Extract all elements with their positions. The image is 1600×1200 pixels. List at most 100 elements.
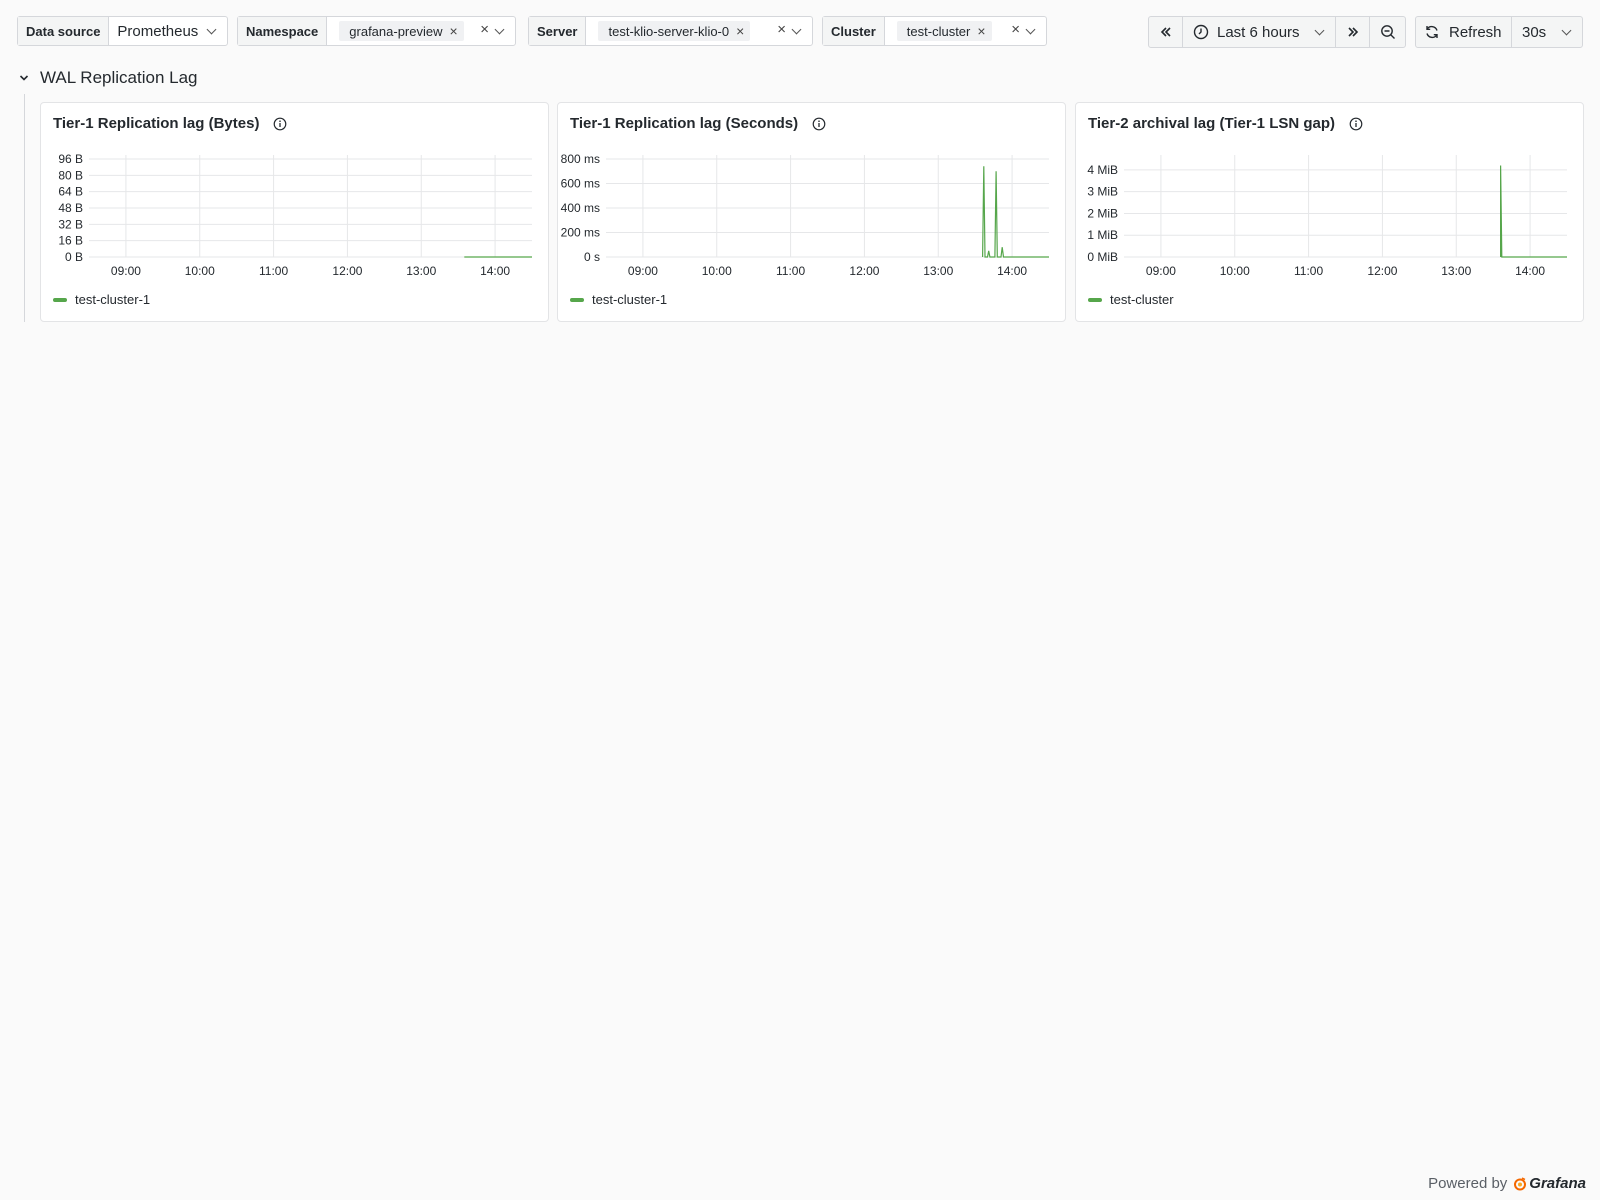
- legend-label: test-cluster-1: [75, 292, 151, 307]
- clear-icon[interactable]: ×: [1011, 21, 1020, 38]
- y-tick-label: 64 B: [58, 185, 83, 199]
- x-tick-label: 09:00: [628, 264, 658, 278]
- row-divider: [24, 94, 25, 322]
- y-tick-label: 16 B: [58, 234, 83, 248]
- sync-icon: [1426, 25, 1438, 39]
- series-line[interactable]: [982, 166, 1049, 258]
- clear-icon[interactable]: ×: [777, 21, 786, 38]
- refresh-interval-select[interactable]: 30s: [1512, 17, 1582, 47]
- y-tick-label: 200 ms: [561, 226, 600, 240]
- y-tick-label: 0 B: [65, 250, 83, 264]
- datasource-label: Data source: [18, 17, 110, 45]
- row-header[interactable]: WAL Replication Lag: [18, 68, 198, 88]
- clear-icon[interactable]: ×: [480, 21, 489, 38]
- x-tick-label: 11:00: [776, 264, 805, 278]
- time-range-button[interactable]: Last 6 hours: [1183, 17, 1336, 47]
- remove-chip-icon[interactable]: ×: [977, 23, 985, 39]
- chart-area[interactable]: 0 B 16 B 32 B 48 B 64 B 80 B 96 B 09:00 10:00 11:…: [41, 141, 548, 281]
- refresh-button[interactable]: Refresh: [1416, 17, 1512, 47]
- panel-replication-lag-bytes[interactable]: Tier-1 Replication lag (Bytes) 0 B 16 B 32…: [40, 102, 549, 322]
- server-label: Server: [529, 17, 587, 45]
- cluster-select[interactable]: test-cluster × ×: [885, 17, 1046, 45]
- shift-back-button[interactable]: [1149, 17, 1183, 47]
- chevron-down-icon: [1561, 25, 1572, 36]
- chevron-down-icon[interactable]: [494, 24, 505, 35]
- x-tick-label: 12:00: [332, 264, 362, 278]
- panel-title[interactable]: Tier-1 Replication lag (Bytes): [53, 115, 287, 132]
- cluster-chip-label: test-cluster: [906, 23, 971, 39]
- refresh-label: Refresh: [1449, 23, 1502, 41]
- zoom-out-button[interactable]: [1370, 17, 1405, 47]
- namespace-select[interactable]: grafana-preview × ×: [327, 17, 515, 45]
- legend-swatch: [570, 297, 584, 302]
- chevron-down-icon[interactable]: [1025, 24, 1036, 35]
- chart-area[interactable]: 0 s 200 ms 400 ms 600 ms 800 ms 09:00 10:00 11:…: [558, 141, 1065, 281]
- refresh-interval-value: 30s: [1522, 23, 1547, 41]
- x-tick-label: 09:00: [111, 264, 141, 278]
- panel-title-text: Tier-1 Replication lag (Seconds): [570, 115, 799, 132]
- cluster-label: Cluster: [823, 17, 885, 45]
- y-tick-label: 400 ms: [561, 201, 600, 215]
- datasource-variable: Data source Prometheus: [17, 16, 228, 46]
- x-tick-label: 13:00: [406, 264, 436, 278]
- x-tick-label: 11:00: [1294, 264, 1323, 278]
- panel-title[interactable]: Tier-2 archival lag (Tier-1 LSN gap): [1088, 115, 1363, 132]
- grafana-logo-icon: [1514, 1176, 1527, 1190]
- x-tick-label: 10:00: [702, 264, 732, 278]
- info-circle-icon[interactable]: [1349, 117, 1363, 131]
- x-tick-label: 12:00: [1367, 264, 1397, 278]
- legend-item[interactable]: test-cluster-1: [53, 292, 150, 307]
- chart-area[interactable]: 0 MiB 1 MiB 2 MiB 3 MiB 4 MiB 09:00 10:00 11:00…: [1076, 141, 1583, 281]
- y-tick-label: 32 B: [58, 217, 83, 231]
- y-tick-label: 4 MiB: [1087, 163, 1118, 177]
- panel-archival-lag[interactable]: Tier-2 archival lag (Tier-1 LSN gap) 0 M…: [1075, 102, 1584, 322]
- powered-by-footer[interactable]: Powered by Grafana: [1428, 1175, 1586, 1192]
- x-tick-label: 13:00: [1441, 264, 1471, 278]
- namespace-label: Namespace: [238, 17, 328, 45]
- namespace-variable: Namespace grafana-preview × ×: [237, 16, 516, 46]
- datasource-select[interactable]: Prometheus: [109, 17, 227, 45]
- namespace-chip: grafana-preview ×: [339, 21, 464, 41]
- x-tick-label: 09:00: [1146, 264, 1176, 278]
- x-tick-label: 10:00: [185, 264, 215, 278]
- cluster-variable: Cluster test-cluster × ×: [822, 16, 1047, 46]
- remove-chip-icon[interactable]: ×: [736, 23, 744, 39]
- server-variable: Server test-klio-server-klio-0 × ×: [528, 16, 813, 46]
- legend-item[interactable]: test-cluster: [1088, 292, 1174, 307]
- grafana-brand: Grafana: [1529, 1175, 1586, 1192]
- row-title: WAL Replication Lag: [40, 68, 198, 87]
- legend-label: test-cluster-1: [592, 292, 668, 307]
- legend-item[interactable]: test-cluster-1: [570, 292, 667, 307]
- info-circle-icon[interactable]: [273, 117, 287, 131]
- x-tick-label: 12:00: [849, 264, 879, 278]
- series-line[interactable]: [1500, 165, 1567, 258]
- y-tick-label: 3 MiB: [1087, 185, 1118, 199]
- dashboard-controls: Data source Prometheus Namespace grafana…: [17, 16, 1583, 48]
- chevron-down-icon: [1314, 25, 1325, 36]
- shift-forward-button[interactable]: [1336, 17, 1370, 47]
- cluster-chip: test-cluster ×: [896, 21, 992, 41]
- server-select[interactable]: test-klio-server-klio-0 × ×: [586, 17, 812, 45]
- y-tick-label: 1 MiB: [1087, 228, 1118, 242]
- legend-swatch: [1088, 297, 1102, 302]
- legend-swatch: [53, 297, 67, 302]
- y-tick-label: 80 B: [58, 168, 83, 182]
- x-tick-label: 14:00: [1515, 264, 1545, 278]
- y-tick-label: 48 B: [58, 201, 83, 215]
- chevron-down-icon[interactable]: [18, 72, 30, 84]
- legend-label: test-cluster: [1110, 292, 1174, 307]
- info-circle-icon[interactable]: [812, 117, 826, 131]
- panel-title[interactable]: Tier-1 Replication lag (Seconds): [570, 115, 826, 132]
- x-tick-label: 14:00: [997, 264, 1027, 278]
- y-tick-label: 2 MiB: [1087, 206, 1118, 220]
- panel-replication-lag-seconds[interactable]: Tier-1 Replication lag (Seconds) 0 s 200 …: [557, 102, 1066, 322]
- server-chip: test-klio-server-klio-0 ×: [598, 21, 751, 41]
- y-tick-label: 96 B: [58, 152, 83, 166]
- chevron-down-icon: [206, 24, 217, 35]
- remove-chip-icon[interactable]: ×: [450, 23, 458, 39]
- server-chip-label: test-klio-server-klio-0: [608, 23, 730, 39]
- y-tick-label: 800 ms: [561, 152, 600, 166]
- chevron-down-icon[interactable]: [791, 24, 802, 35]
- panel-title-text: Tier-1 Replication lag (Bytes): [53, 115, 260, 132]
- zoom-out-icon: [1380, 25, 1395, 39]
